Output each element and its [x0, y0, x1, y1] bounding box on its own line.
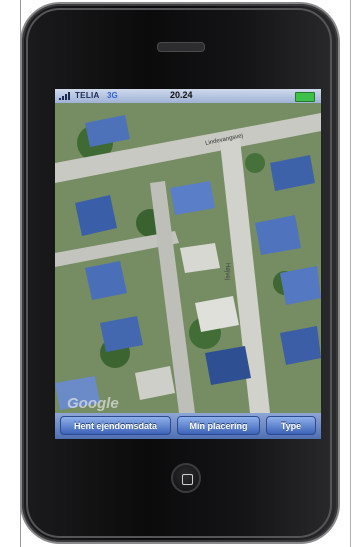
fetch-property-data-button[interactable]: Hent ejendomsdata	[60, 416, 171, 435]
google-watermark: Google	[67, 395, 119, 412]
network-type: 3G	[107, 91, 118, 100]
frame-border-right	[350, 0, 351, 547]
earpiece-speaker	[157, 42, 205, 52]
street-label: Højvej	[224, 263, 230, 281]
phone-screen: TELIA 3G 20.24 Lindevangsvej Højvej Goog…	[55, 89, 321, 439]
my-location-button[interactable]: Min placering	[177, 416, 260, 435]
map-type-button[interactable]: Type	[266, 416, 316, 435]
map-imagery	[55, 103, 321, 413]
home-button[interactable]	[171, 463, 201, 493]
frame-border-left	[20, 0, 21, 547]
battery-icon	[295, 92, 315, 102]
carrier-name: TELIA	[75, 91, 100, 100]
home-square-icon	[182, 474, 193, 485]
bottom-toolbar: Hent ejendomsdata Min placering Type	[55, 413, 321, 439]
signal-strength-icon	[59, 92, 70, 100]
satellite-map[interactable]: Lindevangsvej Højvej Google	[55, 103, 321, 413]
photo-frame: TELIA 3G 20.24 Lindevangsvej Højvej Goog…	[0, 0, 356, 547]
status-bar: TELIA 3G 20.24	[55, 89, 321, 103]
status-time: 20.24	[170, 90, 193, 100]
